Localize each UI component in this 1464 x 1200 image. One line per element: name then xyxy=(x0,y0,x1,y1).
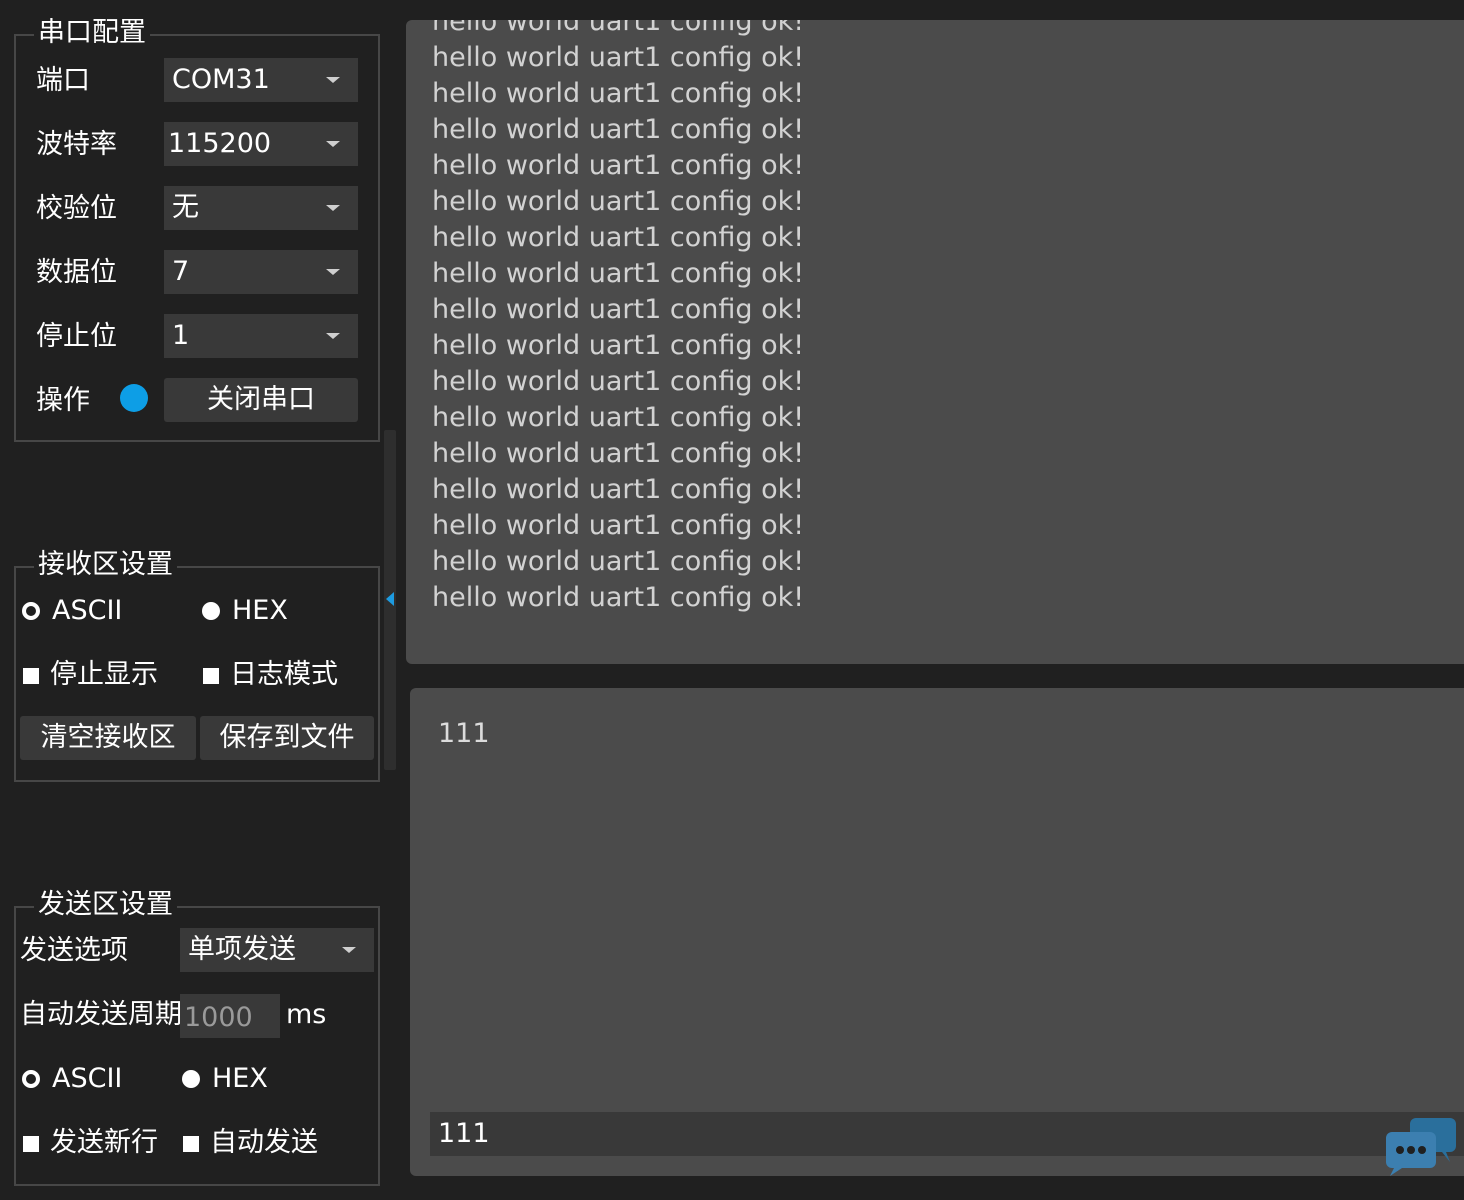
clear-receive-button[interactable]: 清空接收区 xyxy=(20,716,196,760)
parity-label: 校验位 xyxy=(36,193,117,224)
receive-hex-label[interactable]: HEX xyxy=(232,594,288,628)
baud-value: 115200 xyxy=(168,128,272,159)
parity-combo[interactable]: 无 xyxy=(164,186,358,230)
log-mode-checkbox[interactable] xyxy=(203,668,219,684)
chevron-down-icon xyxy=(326,205,340,211)
receive-settings-group: 接收区设置 ASCII HEX 停止显示 日志模式 清空接收区 保存到文件 xyxy=(14,548,380,782)
send-newline-checkbox[interactable] xyxy=(23,1136,39,1152)
send-option-label: 发送选项 xyxy=(20,935,128,966)
receive-line: hello world uart1 config ok! xyxy=(432,474,805,505)
chevron-down-icon xyxy=(326,333,340,339)
port-value: COM31 xyxy=(172,64,270,95)
receive-line: hello world uart1 config ok! xyxy=(432,78,805,109)
send-input-field[interactable]: 111 xyxy=(430,1112,1464,1156)
baud-combo[interactable]: 115200 xyxy=(164,122,358,166)
log-mode-label[interactable]: 日志模式 xyxy=(230,658,338,692)
auto-period-value: 1000 xyxy=(184,1002,253,1033)
receive-line: hello world uart1 config ok! xyxy=(432,114,805,145)
baud-label: 波特率 xyxy=(36,129,117,160)
close-port-button[interactable]: 关闭串口 xyxy=(164,378,358,422)
receive-lines: hello world uart1 config ok! hello world… xyxy=(432,20,804,616)
port-label: 端口 xyxy=(36,65,90,96)
receive-text-area[interactable]: hello world uart1 config ok! hello world… xyxy=(406,20,1464,664)
chevron-down-icon xyxy=(342,947,356,953)
auto-period-unit: ms xyxy=(286,999,327,1030)
stop-display-checkbox[interactable] xyxy=(23,668,39,684)
chevron-down-icon xyxy=(326,77,340,83)
send-settings-title: 发送区设置 xyxy=(34,888,177,922)
receive-line: hello world uart1 config ok! xyxy=(432,546,805,577)
send-settings-group: 发送区设置 发送选项 单项发送 自动发送周期 1000 ms ASCII HEX… xyxy=(14,888,380,1186)
send-input-value: 111 xyxy=(438,1118,490,1149)
receive-line: hello world uart1 config ok! xyxy=(432,438,805,469)
send-newline-label[interactable]: 发送新行 xyxy=(50,1126,158,1160)
receive-line: hello world uart1 config ok! xyxy=(432,222,805,253)
chevron-down-icon xyxy=(326,269,340,275)
send-text-area[interactable]: 111 111 xyxy=(410,688,1464,1176)
stop-bits-value: 1 xyxy=(172,320,190,351)
send-text-content: 111 xyxy=(438,718,490,749)
data-bits-combo[interactable]: 7 xyxy=(164,250,358,294)
serial-config-title: 串口配置 xyxy=(34,16,150,50)
serial-config-group: 串口配置 端口 COM31 波特率 115200 校验位 无 数据位 7 停止位… xyxy=(14,16,380,442)
receive-line: hello world uart1 config ok! xyxy=(432,330,805,361)
operation-label: 操作 xyxy=(36,385,90,416)
send-hex-radio[interactable] xyxy=(182,1070,200,1088)
connection-status-indicator xyxy=(120,384,148,412)
stop-bits-combo[interactable]: 1 xyxy=(164,314,358,358)
port-combo[interactable]: COM31 xyxy=(164,58,358,102)
stop-display-label[interactable]: 停止显示 xyxy=(50,658,158,692)
send-ascii-label[interactable]: ASCII xyxy=(52,1062,122,1096)
receive-line: hello world uart1 config ok! xyxy=(432,186,805,217)
auto-send-label[interactable]: 自动发送 xyxy=(210,1126,318,1160)
auto-period-input[interactable]: 1000 xyxy=(180,994,280,1038)
receive-line: hello world uart1 config ok! xyxy=(432,42,805,73)
send-option-value: 单项发送 xyxy=(188,934,296,965)
auto-send-checkbox[interactable] xyxy=(183,1136,199,1152)
data-bits-value: 7 xyxy=(172,256,190,287)
save-to-file-button[interactable]: 保存到文件 xyxy=(200,716,374,760)
stop-bits-label: 停止位 xyxy=(36,321,117,352)
receive-line: hello world uart1 config ok! xyxy=(432,582,805,613)
chevron-down-icon xyxy=(326,141,340,147)
receive-ascii-label[interactable]: ASCII xyxy=(52,594,122,628)
receive-line: hello world uart1 config ok! xyxy=(432,510,805,541)
auto-period-label: 自动发送周期 xyxy=(20,999,182,1030)
receive-line: hello world uart1 config ok! xyxy=(432,258,805,289)
parity-value: 无 xyxy=(172,192,199,223)
receive-line-partial: hello world uart1 config ok! xyxy=(432,20,805,37)
receive-line: hello world uart1 config ok! xyxy=(432,402,805,433)
send-ascii-radio[interactable] xyxy=(22,1070,40,1088)
send-hex-label[interactable]: HEX xyxy=(212,1062,268,1096)
receive-line: hello world uart1 config ok! xyxy=(432,294,805,325)
receive-settings-title: 接收区设置 xyxy=(34,548,177,582)
chat-bubbles-icon[interactable] xyxy=(1384,1116,1460,1176)
receive-line: hello world uart1 config ok! xyxy=(432,366,805,397)
receive-line: hello world uart1 config ok! xyxy=(432,150,805,181)
data-bits-label: 数据位 xyxy=(36,257,117,288)
receive-ascii-radio[interactable] xyxy=(22,602,40,620)
collapse-left-icon[interactable] xyxy=(386,592,394,606)
receive-hex-radio[interactable] xyxy=(202,602,220,620)
send-option-combo[interactable]: 单项发送 xyxy=(180,928,374,972)
